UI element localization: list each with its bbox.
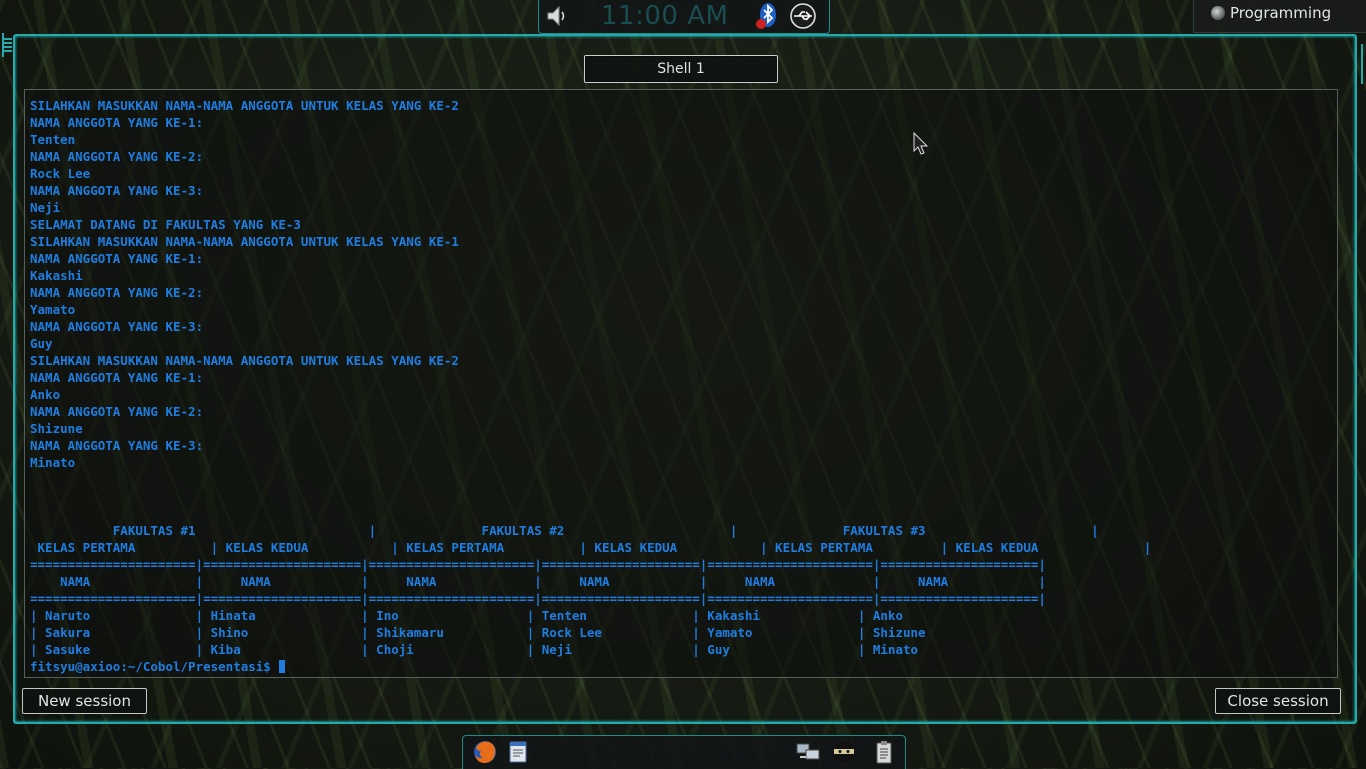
workspace-icon	[1211, 6, 1225, 20]
bottom-dock	[462, 735, 906, 769]
close-session-button[interactable]: Close session	[1215, 688, 1341, 714]
clock[interactable]: 11:00 AM	[601, 0, 728, 33]
top-panel: 11:00 AM	[538, 0, 830, 34]
tab-shell-1[interactable]: Shell 1	[584, 55, 778, 83]
terminal-view[interactable]: SILAHKAN MASUKKAN NAMA-NAMA ANGGOTA UNTU…	[24, 89, 1338, 678]
terminal-output: SILAHKAN MASUKKAN NAMA-NAMA ANGGOTA UNTU…	[25, 90, 1337, 675]
mouse-pointer-icon	[913, 132, 929, 155]
text-cursor	[279, 660, 286, 673]
notes-icon[interactable]	[505, 739, 531, 765]
firefox-icon[interactable]	[472, 739, 498, 765]
frame-grip-icon[interactable]	[4, 38, 12, 52]
workspace-switcher[interactable]: Programming	[1193, 0, 1366, 33]
bluetooth-icon[interactable]	[753, 2, 781, 30]
speaker-icon[interactable]	[543, 2, 571, 30]
clipboard-icon[interactable]	[871, 739, 897, 765]
new-session-button[interactable]: New session	[22, 688, 147, 714]
usb-icon[interactable]	[789, 2, 817, 30]
terminal-history: SILAHKAN MASUKKAN NAMA-NAMA ANGGOTA UNTU…	[30, 98, 1152, 657]
workspace-label: Programming	[1230, 4, 1332, 22]
network-icon[interactable]	[795, 739, 821, 765]
ninja-icon[interactable]	[831, 739, 857, 765]
shell-prompt: fitsyu@axioo:~/Cobol/Presentasi$	[30, 659, 279, 674]
